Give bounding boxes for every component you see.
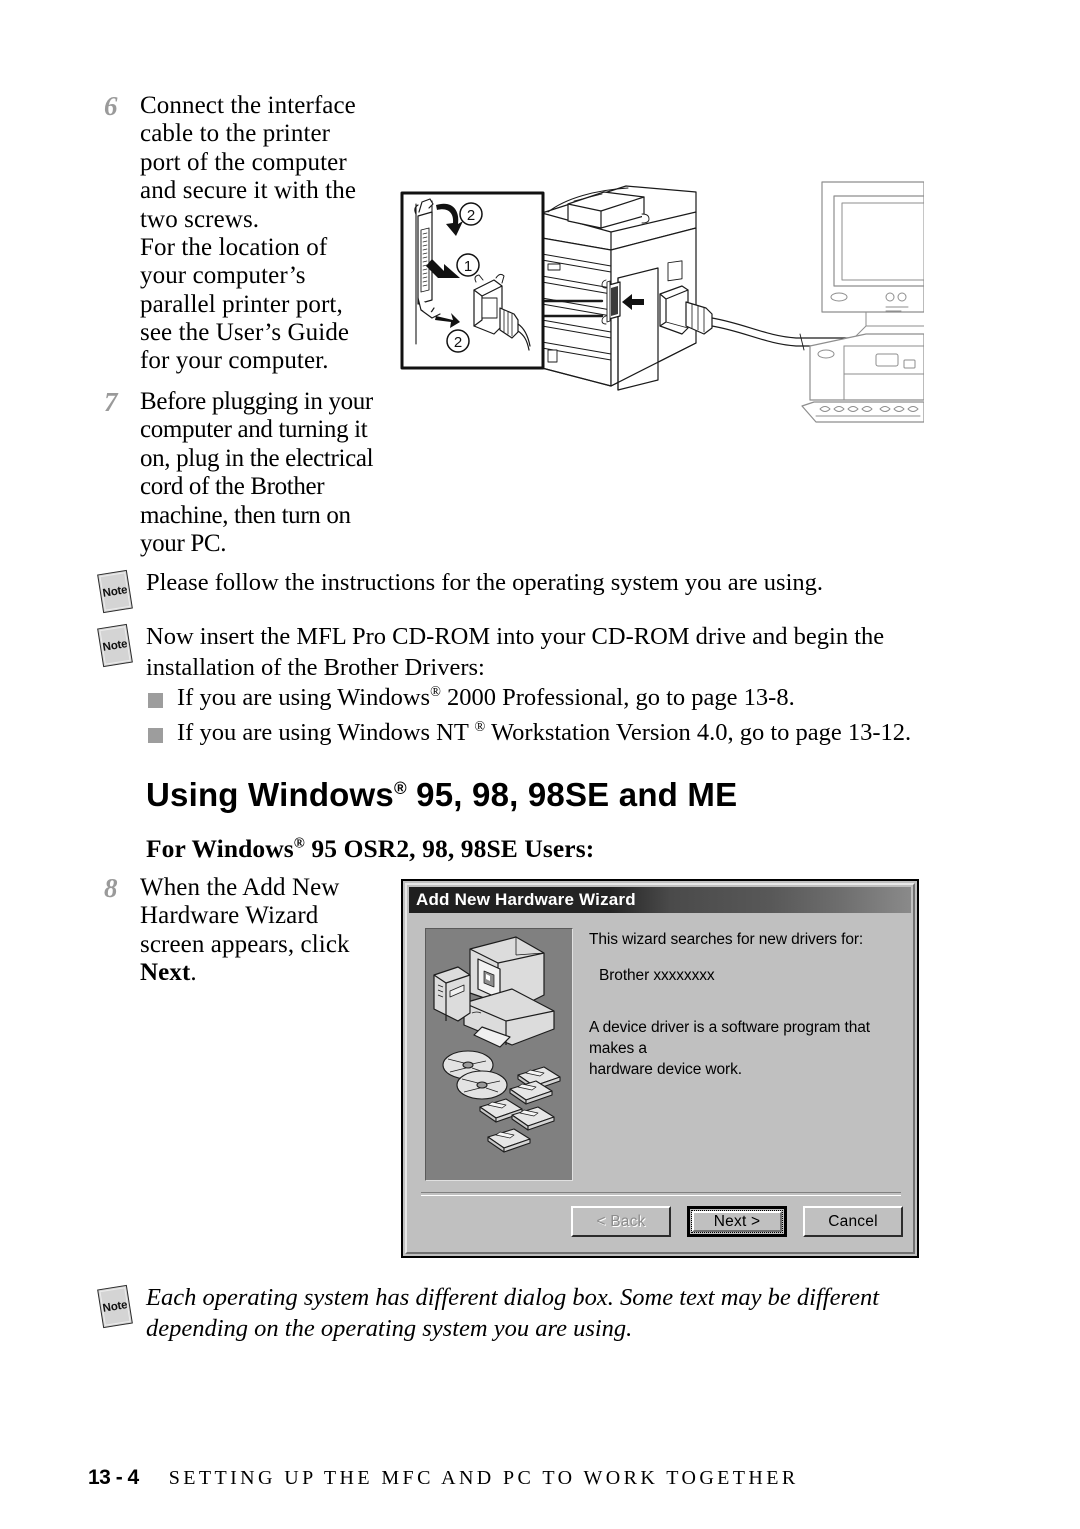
step-6-text: Connect the interface cable to the print…: [140, 92, 356, 376]
bullet-2-text: If you are using Windows NT ® Workstatio…: [177, 718, 911, 747]
step-8-line: Hardware Wizard: [140, 902, 319, 930]
note-icon: Note: [97, 1284, 134, 1329]
callout-port: [417, 211, 433, 305]
back-button-label: < Back: [596, 1212, 646, 1230]
subsection-heading-post: 95 OSR2, 98, 98SE Users:: [304, 834, 595, 863]
page-number: 13 - 4: [88, 1466, 139, 1489]
note-2-line: installation of the Brother Drivers:: [146, 653, 485, 681]
document-page: 6 Connect the interface cable to the pri…: [0, 0, 1080, 1529]
note-3-line: depending on the operating system you ar…: [146, 1314, 633, 1342]
step-6-line: For the location of: [140, 233, 328, 261]
step-7-line: machine, then turn on: [140, 501, 351, 529]
note-callout-3: Note Each operating system has different…: [97, 1283, 928, 1344]
bullet-1-pre: If you are using Windows: [177, 684, 431, 711]
note-2-text: Now insert the MFL Pro CD-ROM into your …: [146, 622, 884, 683]
note-icon-label: Note: [101, 583, 129, 600]
note-callout-1: Note Please follow the instructions for …: [97, 568, 918, 614]
step-6-line: and secure it with the: [140, 177, 357, 205]
bullet-1-post: 2000 Professional, go to page 13-8.: [440, 684, 795, 711]
bullet-1-text: If you are using Windows® 2000 Professio…: [177, 683, 795, 712]
svg-text:2: 2: [454, 334, 462, 351]
note-2-line: Now insert the MFL Pro CD-ROM into your …: [146, 623, 885, 650]
wizard-device-name: Brother xxxxxxxx: [599, 967, 715, 984]
dialog-button-row: < Back Next > Cancel: [403, 1206, 903, 1250]
note-3-text: Each operating system has different dial…: [146, 1283, 879, 1344]
list-item: If you are using Windows® 2000 Professio…: [148, 683, 938, 712]
next-button-label: Next >: [692, 1211, 782, 1232]
note-3-line: Each operating system has different dial…: [146, 1284, 880, 1311]
step-7-number: 7: [104, 387, 118, 417]
figure-cable-connection: 2 1 2: [396, 168, 924, 433]
note-1-text: Please follow the instructions for the o…: [146, 569, 824, 596]
wizard-description-text: A device driver is a software program th…: [589, 1018, 879, 1081]
note-callout-2: Note Now insert the MFL Pro CD-ROM into …: [97, 622, 926, 683]
section-heading-pre: Using Windows: [146, 776, 394, 813]
section-heading: Using Windows® 95, 98, 98SE and ME: [146, 776, 737, 814]
step-6-number: 6: [104, 91, 118, 121]
bullet-square-icon: [148, 728, 163, 744]
wizard-illustration: [425, 928, 573, 1181]
step-7-line: on, plug in the electrical: [140, 444, 374, 472]
step-8-line: screen appears, click: [140, 930, 350, 958]
desktop-pc-illustration: [801, 181, 924, 423]
dialog-title: Add New Hardware Wizard: [416, 890, 636, 909]
add-new-hardware-wizard-dialog: Add New Hardware Wizard This wizard sear…: [401, 879, 919, 1258]
step-6-line: cable to the printer: [140, 120, 331, 148]
step-7-line: cord of the Brother: [140, 473, 325, 501]
note-icon: Note: [97, 569, 134, 614]
footer-title: SETTING UP THE MFC AND PC TO WORK TOGETH…: [168, 1467, 799, 1489]
note-icon-label: Note: [101, 637, 129, 654]
wizard-description-line: A device driver is a software program th…: [589, 1019, 870, 1057]
step-6: 6 Connect the interface cable to the pri…: [104, 92, 394, 376]
wizard-intro-text: This wizard searches for new drivers for…: [589, 931, 864, 948]
step-6-line: see the User’s Guide: [140, 319, 350, 346]
step-8-text: When the Add New Hardware Wizard screen …: [140, 874, 350, 988]
step-6-line: two screws.: [140, 205, 260, 233]
subsection-heading-pre: For Windows: [146, 834, 294, 863]
dialog-separator: [421, 1192, 901, 1196]
registered-mark-icon: ®: [430, 683, 441, 700]
step-8-line: Next.: [140, 959, 350, 987]
registered-mark-icon: ®: [293, 835, 305, 852]
step-7-line: Before plugging in your: [140, 388, 373, 415]
step-8: 8 When the Add New Hardware Wizard scree…: [104, 874, 394, 988]
step-6-line: parallel printer port,: [140, 290, 343, 318]
wizard-description-line: hardware device work.: [589, 1060, 742, 1078]
bullet-square-icon: [148, 693, 163, 708]
svg-text:1: 1: [464, 258, 472, 275]
step-7: 7 Before plugging in your computer and t…: [104, 388, 400, 558]
step-6-line: port of the computer: [140, 148, 347, 176]
cancel-button-label: Cancel: [828, 1212, 878, 1230]
back-button[interactable]: < Back: [571, 1206, 671, 1237]
step-8-emphasis: Next: [140, 959, 191, 987]
svg-text:2: 2: [467, 207, 475, 224]
bullet-2-post: Workstation Version 4.0, go to page 13-1…: [485, 719, 912, 747]
list-item: If you are using Windows NT ® Workstatio…: [148, 718, 938, 747]
os-choice-list: If you are using Windows® 2000 Professio…: [148, 683, 938, 754]
registered-mark-icon: ®: [393, 778, 407, 798]
note-icon-label: Note: [101, 1298, 129, 1315]
step-6-line: your computer’s: [140, 262, 306, 290]
step-8-number: 8: [104, 873, 118, 903]
step-7-line: computer and turning it: [140, 416, 368, 444]
callout-detail-box: 2 1 2: [400, 191, 545, 370]
section-heading-post: 95, 98, 98SE and ME: [406, 776, 738, 813]
step-8-line: When the Add New: [140, 874, 340, 901]
dialog-titlebar[interactable]: Add New Hardware Wizard: [409, 887, 911, 913]
step-8-period: .: [190, 959, 197, 987]
next-button-focus-ring: Next >: [691, 1210, 783, 1233]
note-icon: Note: [97, 623, 134, 668]
subsection-heading: For Windows® 95 OSR2, 98, 98SE Users:: [146, 834, 594, 864]
step-6-line: for your computer.: [140, 347, 329, 375]
step-7-text: Before plugging in your computer and tur…: [140, 388, 374, 558]
page-footer: 13 - 4 SETTING UP THE MFC AND PC TO WORK…: [88, 1466, 799, 1490]
bullet-2-pre: If you are using Windows NT: [177, 719, 475, 747]
step-7-line: your PC.: [140, 529, 227, 557]
next-button[interactable]: Next >: [687, 1206, 787, 1237]
registered-mark-icon: ®: [474, 719, 486, 736]
step-6-line: Connect the interface: [140, 92, 356, 119]
cancel-button[interactable]: Cancel: [803, 1206, 903, 1237]
